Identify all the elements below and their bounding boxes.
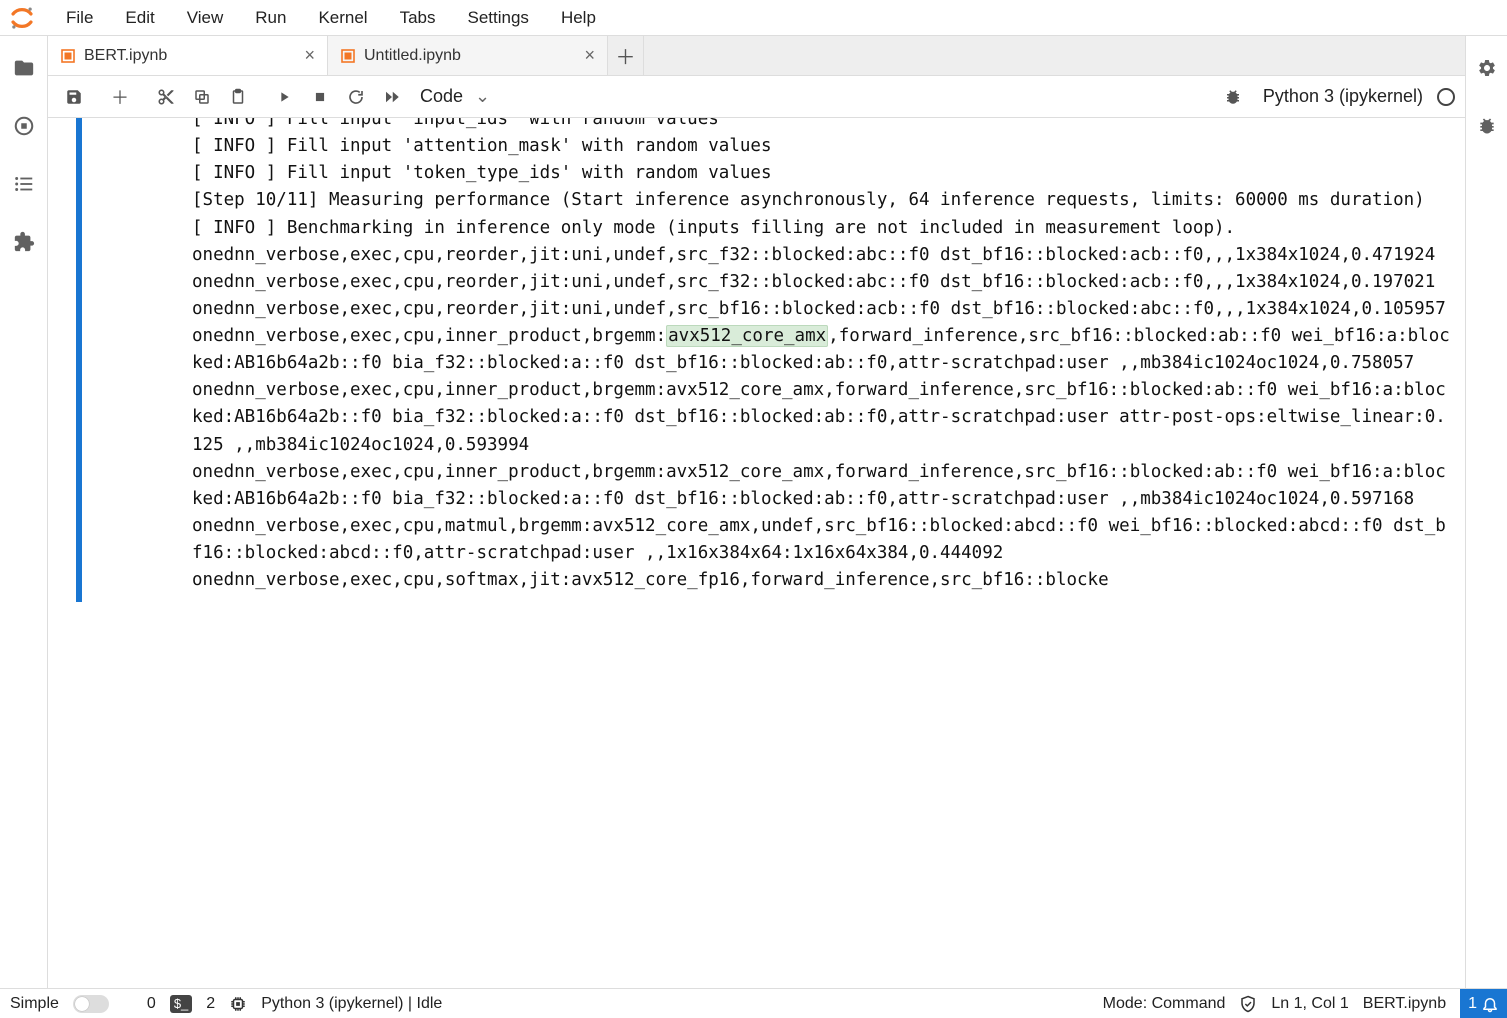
chip-icon[interactable] [229, 995, 247, 1013]
simple-toggle[interactable] [73, 995, 109, 1013]
celltype-label: Code [420, 86, 463, 107]
save-button[interactable] [58, 81, 90, 113]
notifications[interactable]: 1 [1460, 989, 1507, 1018]
run-all-button[interactable] [376, 81, 408, 113]
menu-run[interactable]: Run [241, 2, 300, 34]
bug-icon[interactable] [1217, 81, 1249, 113]
left-sidebar [0, 36, 48, 988]
menu-settings[interactable]: Settings [454, 2, 543, 34]
kernel-status[interactable]: Python 3 (ipykernel) | Idle [261, 995, 442, 1013]
mode-label: Mode: Command [1103, 995, 1226, 1013]
cut-button[interactable] [150, 81, 182, 113]
close-icon[interactable]: × [304, 45, 315, 66]
stop-button[interactable] [304, 81, 336, 113]
toc-icon[interactable] [12, 172, 36, 196]
terminal-icon[interactable]: $_ [170, 995, 192, 1013]
menu-tabs[interactable]: Tabs [386, 2, 450, 34]
menu-kernel[interactable]: Kernel [304, 2, 381, 34]
menubar: File Edit View Run Kernel Tabs Settings … [0, 0, 1507, 36]
right-sidebar [1465, 36, 1507, 988]
tab-label: BERT.ipynb [84, 47, 167, 65]
tabbar: BERT.ipynb × Untitled.ipynb × ＋ [48, 36, 1465, 76]
app-root: File Edit View Run Kernel Tabs Settings … [0, 0, 1507, 1018]
status-file[interactable]: BERT.ipynb [1363, 995, 1446, 1013]
notebook-scroll[interactable]: [ INFO ] Fill input 'input_ids' with ran… [48, 118, 1465, 988]
restart-button[interactable] [340, 81, 372, 113]
highlight-text: avx512_core_amx [666, 325, 828, 347]
notebook-icon [60, 48, 76, 64]
output-cell: [ INFO ] Fill input 'input_ids' with ran… [48, 118, 1465, 602]
notebook-body: [ INFO ] Fill input 'input_ids' with ran… [48, 118, 1465, 988]
menu-edit[interactable]: Edit [111, 2, 168, 34]
trusted-icon[interactable] [1239, 995, 1257, 1013]
copy-button[interactable] [186, 81, 218, 113]
kernel-name[interactable]: Python 3 (ipykernel) [1263, 86, 1423, 107]
jupyter-logo[interactable] [8, 4, 36, 32]
menu-help[interactable]: Help [547, 2, 610, 34]
kernels-count[interactable]: 2 [206, 995, 215, 1013]
folder-icon[interactable] [12, 56, 36, 80]
main-row: BERT.ipynb × Untitled.ipynb × ＋ ＋ [0, 36, 1507, 988]
run-button[interactable] [268, 81, 300, 113]
notebook-icon [340, 48, 356, 64]
statusbar: Simple 0 $_ 2 Python 3 (ipykernel) | Idl… [0, 988, 1507, 1018]
simple-label: Simple [10, 995, 59, 1013]
tab-bert[interactable]: BERT.ipynb × [48, 36, 328, 75]
cell-output[interactable]: [ INFO ] Fill input 'input_ids' with ran… [82, 118, 1465, 602]
add-tab-button[interactable]: ＋ [608, 36, 644, 75]
close-icon[interactable]: × [584, 45, 595, 66]
tab-untitled[interactable]: Untitled.ipynb × [328, 36, 608, 75]
chevron-down-icon: ⌄ [475, 86, 490, 107]
debugger-icon[interactable] [1475, 114, 1499, 138]
cursor-pos: Ln 1, Col 1 [1271, 995, 1348, 1013]
kernel-status-icon[interactable] [1437, 88, 1455, 106]
menu-view[interactable]: View [173, 2, 238, 34]
paste-button[interactable] [222, 81, 254, 113]
notebook-toolbar: ＋ Code ⌄ Python 3 (ipykernel) [48, 76, 1465, 118]
add-cell-button[interactable]: ＋ [104, 81, 136, 113]
celltype-select[interactable]: Code ⌄ [420, 86, 490, 107]
gears-icon[interactable] [1475, 56, 1499, 80]
notif-count: 1 [1468, 995, 1477, 1013]
menu-file[interactable]: File [52, 2, 107, 34]
terminals-count[interactable]: 0 [147, 995, 156, 1013]
extensions-icon[interactable] [12, 230, 36, 254]
tab-label: Untitled.ipynb [364, 47, 461, 65]
center-panel: BERT.ipynb × Untitled.ipynb × ＋ ＋ [48, 36, 1465, 988]
running-icon[interactable] [12, 114, 36, 138]
